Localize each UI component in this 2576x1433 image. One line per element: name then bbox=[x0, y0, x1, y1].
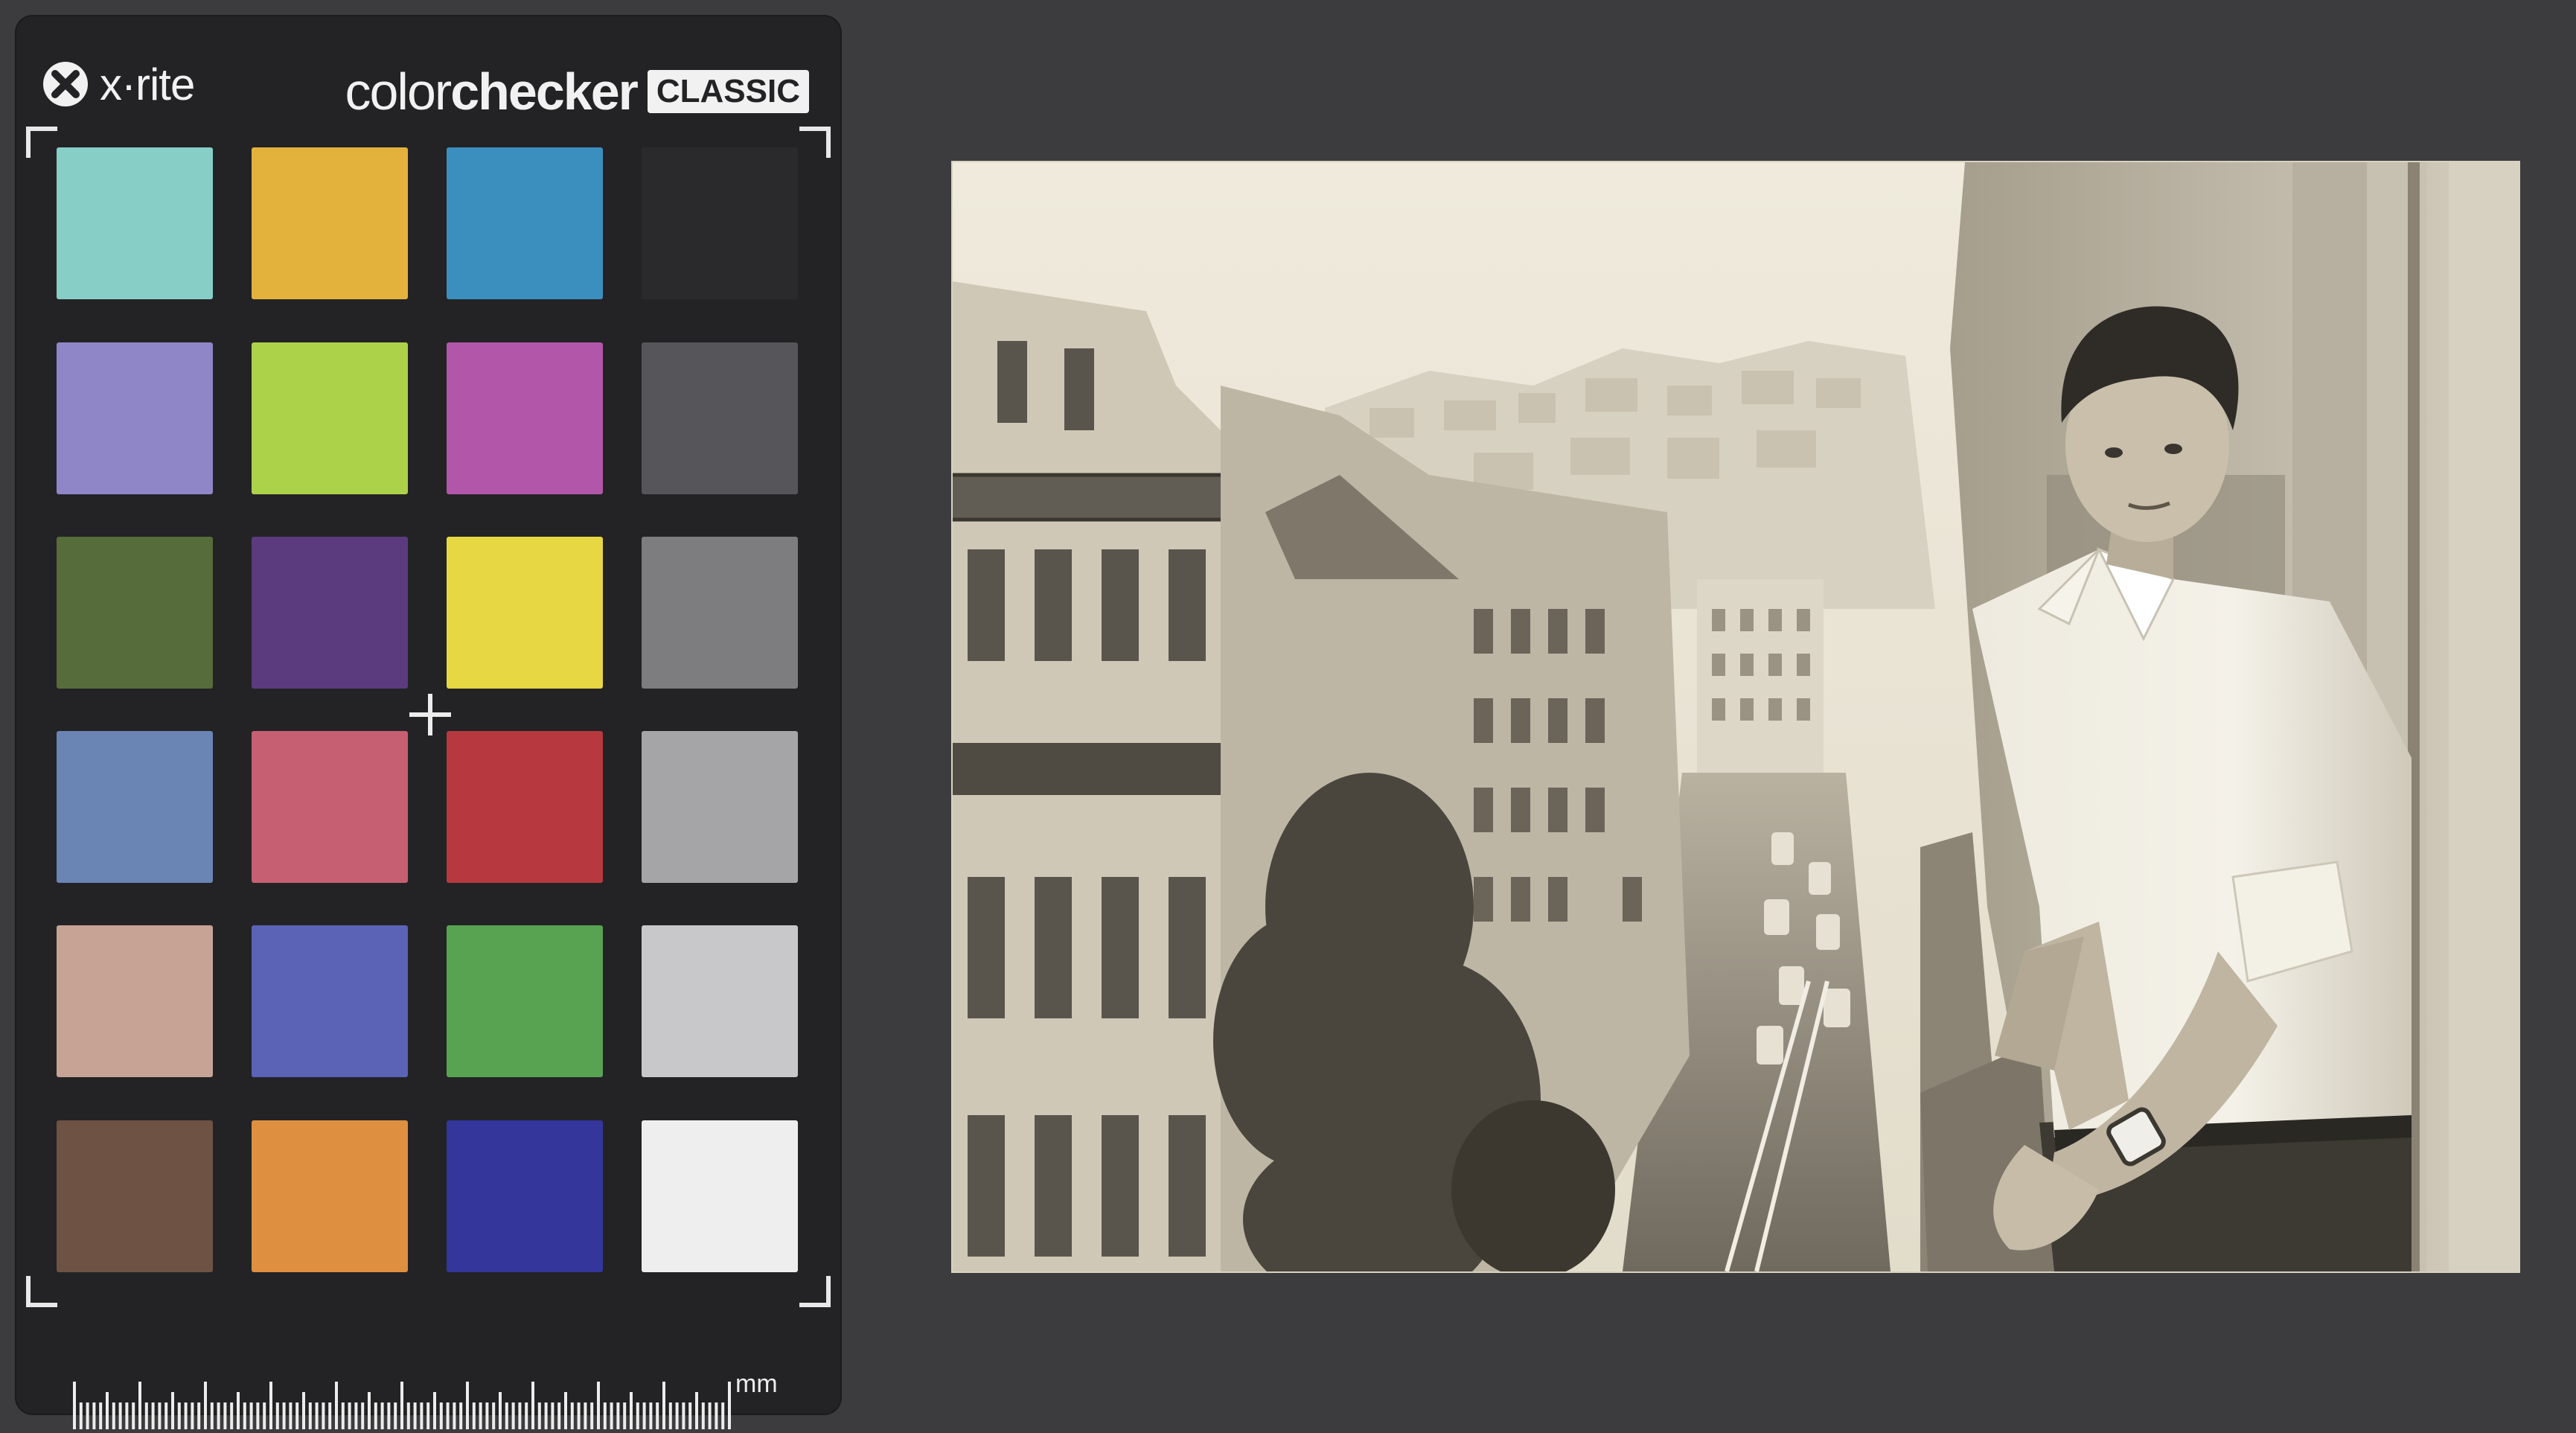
color-patch bbox=[57, 342, 213, 494]
man-on-balcony-photo bbox=[953, 162, 2519, 1271]
left-building bbox=[953, 281, 1265, 1271]
far-building bbox=[1697, 579, 1824, 773]
color-patch bbox=[57, 147, 213, 299]
crop-mark-bottom-left bbox=[26, 1276, 57, 1307]
mm-ruler bbox=[73, 1382, 731, 1429]
color-checker-card: x·rite color checker CLASSIC mm bbox=[15, 15, 842, 1429]
crosshair-icon bbox=[409, 694, 451, 735]
color-patch bbox=[252, 731, 408, 883]
product-name: color checker CLASSIC bbox=[345, 58, 809, 125]
color-patch bbox=[447, 342, 603, 494]
xrite-logo: x·rite bbox=[42, 51, 195, 118]
classic-badge: CLASSIC bbox=[647, 70, 809, 113]
color-patch bbox=[57, 537, 213, 689]
color-patch bbox=[447, 1120, 603, 1272]
color-patch bbox=[447, 537, 603, 689]
crop-mark-top-left bbox=[26, 127, 57, 158]
color-patch bbox=[57, 1120, 213, 1272]
xrite-x-icon bbox=[43, 62, 88, 106]
product-name-bold: checker bbox=[450, 63, 639, 121]
ruler-unit-label: mm bbox=[735, 1370, 778, 1398]
color-patch bbox=[252, 537, 408, 689]
color-patch bbox=[252, 1120, 408, 1272]
product-name-light: color bbox=[345, 63, 452, 121]
color-patch bbox=[252, 147, 408, 299]
color-patch bbox=[642, 925, 798, 1077]
color-patch bbox=[642, 1120, 798, 1272]
brand-name: x·rite bbox=[100, 59, 195, 109]
color-patch bbox=[642, 147, 798, 299]
photo-illustration bbox=[953, 162, 2519, 1271]
color-patch bbox=[57, 925, 213, 1077]
color-patch bbox=[642, 342, 798, 494]
crop-mark-bottom-right bbox=[799, 1276, 831, 1307]
color-patch bbox=[642, 731, 798, 883]
crop-mark-top-right bbox=[799, 127, 831, 158]
color-patch bbox=[252, 342, 408, 494]
color-patch bbox=[252, 925, 408, 1077]
color-patch bbox=[642, 537, 798, 689]
color-patch bbox=[57, 731, 213, 883]
color-patch bbox=[447, 147, 603, 299]
color-patch bbox=[447, 731, 603, 883]
color-patch bbox=[447, 925, 603, 1077]
